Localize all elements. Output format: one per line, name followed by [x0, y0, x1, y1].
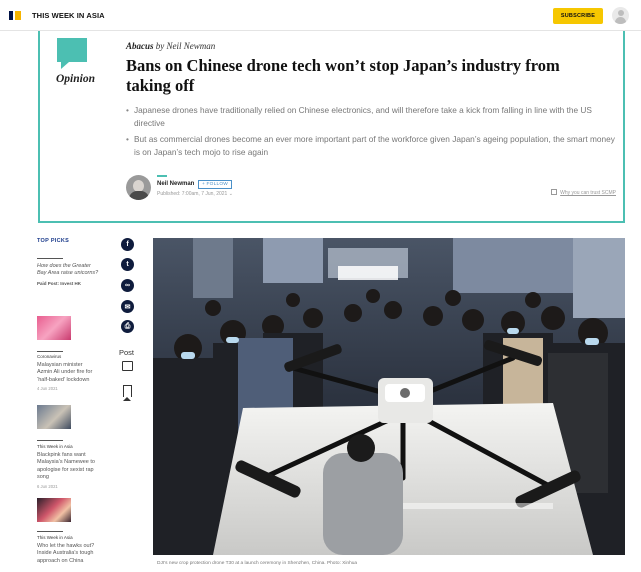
top-pick-title[interactable]: Malaysian minister Azmin Ali under fire … [37, 362, 99, 384]
published-date[interactable]: Published: 7:00am, 7 Jun, 2021 ⌄ [157, 191, 233, 197]
top-picks-heading: TOP PICKS [37, 238, 70, 244]
top-pick-item[interactable]: This Week in Asia Blackpink fans want Ma… [37, 444, 99, 489]
author-accent-bar [157, 175, 167, 177]
byline: Abacus by Neil Newman [126, 41, 215, 51]
top-pick-title[interactable]: Who let the hawks out? Inside Australia’… [37, 543, 99, 565]
trust-link-label: Why you can trust SCMP [560, 190, 616, 196]
column-name[interactable]: Abacus [126, 41, 154, 51]
divider [37, 531, 63, 532]
author-row: Neil Newman + FOLLOW Published: 7:00am, … [126, 175, 616, 203]
follow-button[interactable]: + FOLLOW [198, 180, 232, 189]
top-pick-item[interactable]: Coronavirus Malaysian minister Azmin Ali… [37, 354, 99, 391]
comment-icon[interactable] [122, 361, 133, 371]
site-brand[interactable]: THIS WEEK IN ASIA [32, 11, 105, 20]
summary-bullet: But as commercial drones become an ever … [126, 133, 616, 158]
top-pick-title[interactable]: How does the Greater Bay Area raise unic… [37, 263, 99, 278]
top-pick-tag[interactable]: This Week in Asia [37, 444, 99, 449]
speech-bubble-icon [57, 38, 87, 69]
top-pick-thumbnail[interactable] [37, 498, 71, 522]
top-pick-date: 4 Jun 2021 [37, 386, 58, 392]
divider [37, 440, 63, 441]
email-icon[interactable]: ✉ [121, 300, 134, 313]
article-hero-image [153, 238, 625, 555]
summary-bullet: Japanese drones have traditionally relie… [126, 104, 616, 129]
drone-launch-photo [153, 238, 625, 555]
subscribe-button[interactable]: SUBSCRIBE [553, 8, 603, 24]
print-icon[interactable]: ⎙ [121, 320, 134, 333]
divider [37, 258, 63, 259]
image-caption: DJI’s new crop protection drone T30 at a… [157, 561, 358, 566]
byline-author[interactable]: Neil Newman [167, 41, 216, 51]
top-pick-thumbnail[interactable] [37, 405, 71, 429]
top-pick-title[interactable]: Blackpink fans want Malaysia’s Namewee t… [37, 452, 99, 482]
user-avatar-icon[interactable] [612, 7, 629, 24]
article-summary: Japanese drones have traditionally relie… [126, 104, 616, 162]
twitter-icon[interactable]: t [121, 258, 134, 271]
byline-prefix: by [155, 41, 165, 51]
top-picks-rail: TOP PICKS How does the Greater Bay Area … [37, 238, 107, 564]
author-name[interactable]: Neil Newman [157, 181, 194, 187]
top-pick-item[interactable]: This Week in Asia Who let the hawks out?… [37, 535, 99, 565]
link-icon[interactable]: ∞ [121, 279, 134, 292]
top-pick-tag[interactable]: Coronavirus [37, 354, 99, 359]
scmp-logo-icon[interactable] [9, 11, 21, 20]
top-pick-item[interactable]: How does the Greater Bay Area raise unic… [37, 263, 99, 287]
top-pick-date: 6 Jun 2021 [37, 483, 58, 489]
top-pick-tag[interactable]: This Week in Asia [37, 535, 99, 540]
opinion-article-header: Opinion Abacus by Neil Newman Bans on Ch… [38, 31, 625, 223]
top-pick-source: Paid Post: Invest HK [37, 280, 82, 286]
section-label: Opinion [56, 73, 95, 85]
external-link-icon [551, 189, 558, 195]
article-headline: Bans on Chinese drone tech won’t stop Ja… [126, 56, 560, 95]
top-navigation-bar: THIS WEEK IN ASIA SUBSCRIBE [0, 0, 641, 31]
facebook-icon[interactable]: f [121, 238, 134, 251]
top-pick-thumbnail[interactable] [37, 316, 71, 340]
divider [37, 351, 63, 352]
post-label: Post [119, 348, 135, 357]
bookmark-icon[interactable] [123, 385, 132, 401]
trust-link[interactable]: Why you can trust SCMP [551, 189, 616, 196]
author-avatar[interactable] [126, 175, 151, 200]
